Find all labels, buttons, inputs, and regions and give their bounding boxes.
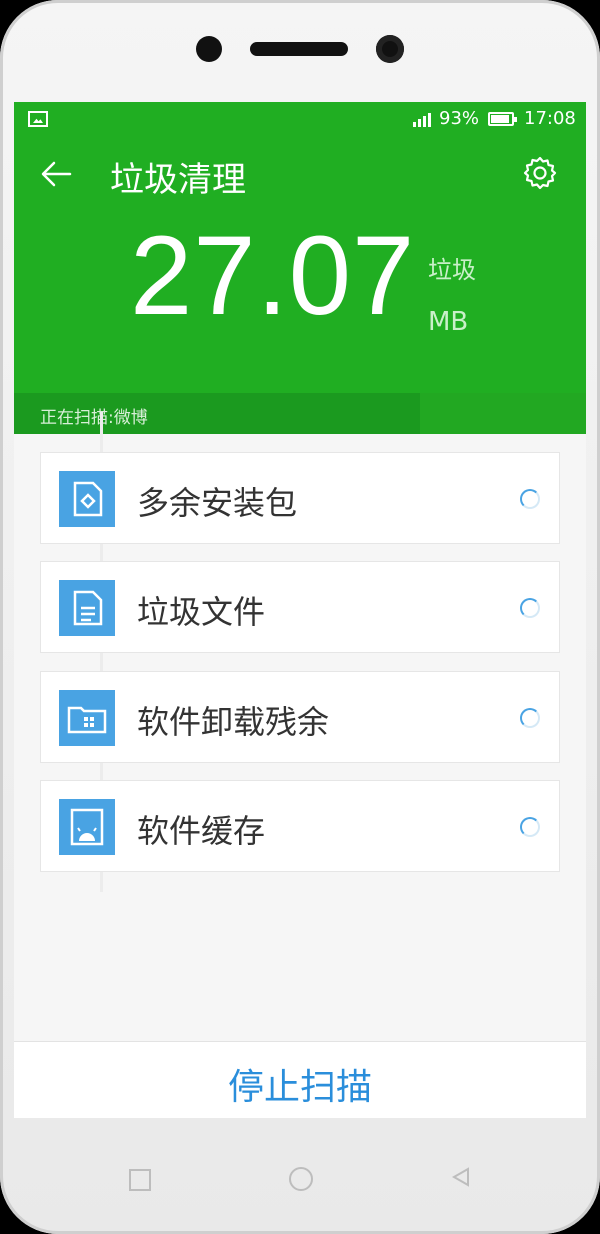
cleanup-header: 93% 17:08 垃圾清理 27.07 垃圾 MB 正在扫描:微博 [14,102,586,434]
earpiece-speaker [250,42,348,56]
list-item-uninstall-residue[interactable]: 软件卸载残余 [40,671,560,763]
item-label: 多余安装包 [137,484,298,522]
front-sensor [196,36,222,62]
signal-icon [413,111,433,127]
page-title: 垃圾清理 [110,160,246,200]
junk-unit-label: 垃圾 [428,256,476,284]
junk-size-value: 27.07 [130,213,416,338]
loading-spinner-icon [520,598,540,618]
loading-spinner-icon [520,708,540,728]
android-cache-icon [59,799,115,855]
junk-size-unit: MB [428,307,469,337]
stop-scan-button[interactable]: 停止扫描 [14,1041,586,1118]
scan-status-text: 正在扫描:微博 [40,408,148,428]
item-label: 垃圾文件 [137,593,266,631]
back-arrow-icon[interactable] [40,158,72,190]
gallery-icon [28,111,48,127]
apk-file-icon [59,471,115,527]
list-item-junk-files[interactable]: 垃圾文件 [40,561,560,653]
list-item-redundant-packages[interactable]: 多余安装包 [40,452,560,544]
app-screen: 93% 17:08 垃圾清理 27.07 垃圾 MB 正在扫描:微博 多余安装包… [14,102,586,1118]
item-label: 软件缓存 [137,812,266,850]
battery-icon [488,112,517,126]
battery-percent: 93% [439,108,480,129]
system-navigation-bar [0,1128,600,1234]
loading-spinner-icon [520,489,540,509]
folder-icon [59,690,115,746]
settings-gear-icon[interactable] [522,155,558,191]
loading-spinner-icon [520,817,540,837]
status-bar: 93% 17:08 [14,102,586,136]
front-camera [376,35,404,63]
document-icon [59,580,115,636]
list-item-app-cache[interactable]: 软件缓存 [40,780,560,872]
item-label: 软件卸载残余 [137,703,330,741]
recent-apps-icon[interactable] [129,1169,151,1191]
home-icon[interactable] [289,1167,313,1191]
status-time: 17:08 [524,108,576,129]
phone-frame: 93% 17:08 垃圾清理 27.07 垃圾 MB 正在扫描:微博 多余安装包… [0,0,600,1234]
back-triangle-icon[interactable] [450,1166,472,1188]
stop-scan-label: 停止扫描 [227,1067,372,1108]
